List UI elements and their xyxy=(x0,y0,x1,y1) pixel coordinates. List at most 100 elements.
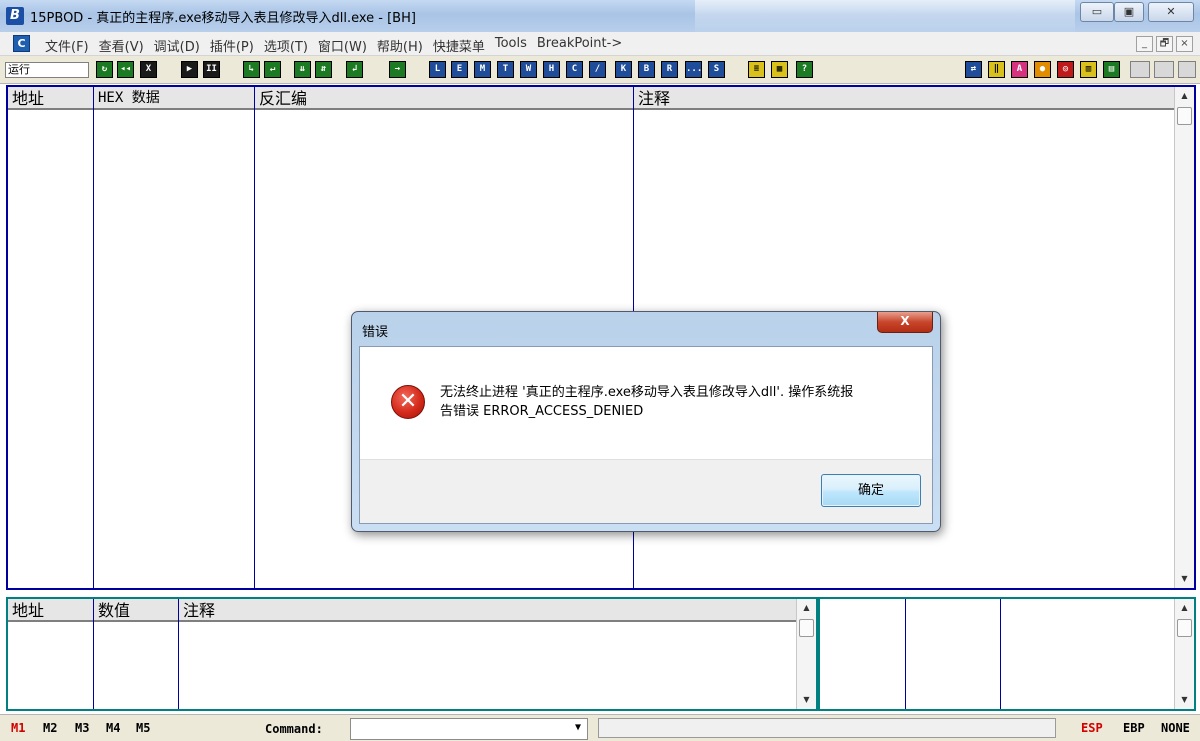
execute-till-return-icon[interactable]: ↲ xyxy=(346,61,363,78)
mem-tab-m5[interactable]: M5 xyxy=(136,721,150,735)
close-button[interactable]: ✕ xyxy=(1148,2,1194,22)
debugging-options-icon[interactable]: ≡ xyxy=(748,61,765,78)
window-title: 15PBOD - 真正的主程序.exe移动导入表且修改导入dll.exe - [… xyxy=(30,11,416,26)
scroll-down-arrow-icon[interactable]: ▼ xyxy=(1175,570,1194,588)
appearance-icon[interactable]: ▦ xyxy=(771,61,788,78)
memory-window-icon[interactable]: M xyxy=(474,61,491,78)
help-icon[interactable]: ? xyxy=(796,61,813,78)
windows-window-icon[interactable]: W xyxy=(520,61,537,78)
run-trace-icon[interactable]: ... xyxy=(685,61,702,78)
step-over-icon[interactable]: ↵ xyxy=(264,61,281,78)
plugin-target-icon[interactable]: ◎ xyxy=(1057,61,1074,78)
scrollbar-thumb[interactable] xyxy=(1177,107,1192,125)
register-ebp[interactable]: EBP xyxy=(1123,721,1145,735)
scroll-up-arrow-icon[interactable]: ▲ xyxy=(1175,87,1194,105)
column-divider[interactable] xyxy=(905,599,906,709)
error-dialog: 错误 X ✕ 无法终止进程 '真正的主程序.exe移动导入表且修改导入dll'.… xyxy=(351,311,941,532)
scrollbar-thumb[interactable] xyxy=(799,619,814,637)
column-divider[interactable] xyxy=(254,87,255,588)
mdi-minimize-button[interactable]: _ xyxy=(1136,36,1153,52)
dump-header-value[interactable]: 数值 xyxy=(94,599,178,622)
app-logo-icon[interactable]: B xyxy=(6,7,24,25)
menu-breakpoint[interactable]: BreakPoint-> xyxy=(532,36,627,55)
scroll-up-arrow-icon[interactable]: ▲ xyxy=(1175,599,1194,617)
scroll-down-arrow-icon[interactable]: ▼ xyxy=(1175,691,1194,709)
mem-tab-m4[interactable]: M4 xyxy=(106,721,120,735)
step-into-icon[interactable]: ↳ xyxy=(243,61,260,78)
patches-window-icon[interactable]: / xyxy=(589,61,606,78)
column-divider[interactable] xyxy=(93,87,94,588)
command-label: Command: xyxy=(265,722,323,736)
goto-icon[interactable]: → xyxy=(389,61,406,78)
trace-over-icon[interactable]: ⇵ xyxy=(315,61,332,78)
dump-pane[interactable]: 地址 数值 注释 ▲ ▼ xyxy=(6,597,818,711)
scroll-up-arrow-icon[interactable]: ▲ xyxy=(797,599,816,617)
dump-scrollbar[interactable]: ▲ ▼ xyxy=(796,599,816,709)
toolbar-blank-button[interactable] xyxy=(1130,61,1150,78)
plugin-a-icon[interactable]: A xyxy=(1011,61,1028,78)
scroll-down-arrow-icon[interactable]: ▼ xyxy=(797,691,816,709)
stack-scrollbar[interactable]: ▲ ▼ xyxy=(1174,599,1194,709)
mdi-close-button[interactable]: × xyxy=(1176,36,1193,52)
chevron-down-icon[interactable]: ▼ xyxy=(575,722,581,733)
restart-icon[interactable]: ↻ xyxy=(96,61,113,78)
trace-into-icon[interactable]: ⇊ xyxy=(294,61,311,78)
dump-header-address[interactable]: 地址 xyxy=(8,599,93,622)
plugin-grid-icon[interactable]: ▥ xyxy=(1080,61,1097,78)
register-esp[interactable]: ESP xyxy=(1081,721,1103,735)
register-none[interactable]: NONE xyxy=(1161,721,1190,735)
plugin-panel-icon[interactable]: ▤ xyxy=(1103,61,1120,78)
mem-tab-m2[interactable]: M2 xyxy=(43,721,57,735)
menu-shortcuts[interactable]: 快捷菜单 xyxy=(428,36,490,55)
menu-window[interactable]: 窗口(W) xyxy=(313,36,372,55)
modules-window-icon[interactable]: E xyxy=(451,61,468,78)
dump-header-comment[interactable]: 注释 xyxy=(179,599,796,622)
handles-window-icon[interactable]: H xyxy=(543,61,560,78)
plugin-bar-icon[interactable]: ‖ xyxy=(988,61,1005,78)
dialog-close-button[interactable]: X xyxy=(877,312,933,333)
column-divider[interactable] xyxy=(93,599,94,709)
source-window-icon[interactable]: S xyxy=(708,61,725,78)
toolbar-blank-button[interactable] xyxy=(1178,61,1196,78)
menu-file[interactable]: 文件(F) xyxy=(40,36,94,55)
stack-pane[interactable]: ▲ ▼ xyxy=(818,597,1196,711)
rewind-icon[interactable]: ◂◂ xyxy=(117,61,134,78)
ok-button[interactable]: 确定 xyxy=(821,474,921,507)
log-window-icon[interactable]: L xyxy=(429,61,446,78)
column-header-hex[interactable]: HEX 数据 xyxy=(94,87,254,110)
column-header-address[interactable]: 地址 xyxy=(8,87,93,110)
plugin-dot-icon[interactable]: ● xyxy=(1034,61,1051,78)
column-header-disassembly[interactable]: 反汇编 xyxy=(255,87,633,110)
cpu-window-icon[interactable]: C xyxy=(566,61,583,78)
threads-window-icon[interactable]: T xyxy=(497,61,514,78)
switch-icon[interactable]: ⇄ xyxy=(965,61,982,78)
breakpoints-window-icon[interactable]: B xyxy=(638,61,655,78)
menu-help[interactable]: 帮助(H) xyxy=(372,36,428,55)
menu-tools[interactable]: Tools xyxy=(490,36,532,55)
title-bar[interactable]: B 15PBOD - 真正的主程序.exe移动导入表且修改导入dll.exe -… xyxy=(0,0,1200,32)
run-icon[interactable]: ▶ xyxy=(181,61,198,78)
menu-debug[interactable]: 调试(D) xyxy=(149,36,205,55)
toolbar-blank-button[interactable] xyxy=(1154,61,1174,78)
cpu-window-icon[interactable]: C xyxy=(13,35,30,52)
column-divider[interactable] xyxy=(178,599,179,709)
command-input[interactable]: ▼ xyxy=(350,718,588,740)
mdi-restore-button[interactable]: 🗗 xyxy=(1156,36,1173,52)
command-output xyxy=(598,718,1056,738)
close-process-icon[interactable]: X xyxy=(140,61,157,78)
references-window-icon[interactable]: R xyxy=(661,61,678,78)
status-bar: M1 M2 M3 M4 M5 Command: ▼ ESP EBP NONE xyxy=(0,714,1200,741)
column-header-comment[interactable]: 注释 xyxy=(634,87,1175,110)
menu-plugins[interactable]: 插件(P) xyxy=(205,36,259,55)
pause-icon[interactable]: II xyxy=(203,61,220,78)
column-divider[interactable] xyxy=(1000,599,1001,709)
call-stack-icon[interactable]: K xyxy=(615,61,632,78)
minimize-button[interactable]: ▭ xyxy=(1080,2,1114,22)
mem-tab-m3[interactable]: M3 xyxy=(75,721,89,735)
disassembly-scrollbar[interactable]: ▲ ▼ xyxy=(1174,87,1194,588)
menu-view[interactable]: 查看(V) xyxy=(94,36,149,55)
menu-options[interactable]: 选项(T) xyxy=(259,36,313,55)
mem-tab-m1[interactable]: M1 xyxy=(11,721,25,735)
maximize-button[interactable]: ▣ xyxy=(1114,2,1144,22)
scrollbar-thumb[interactable] xyxy=(1177,619,1192,637)
